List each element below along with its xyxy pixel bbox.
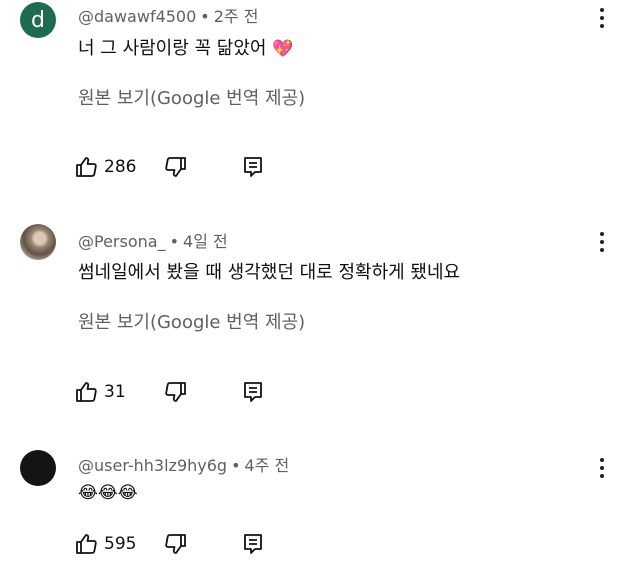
separator: • xyxy=(231,456,241,475)
like-button[interactable]: 595 xyxy=(74,532,136,556)
reply-button[interactable] xyxy=(242,532,264,556)
like-count: 286 xyxy=(104,157,137,177)
thumbs-up-icon xyxy=(76,157,97,177)
like-button[interactable]: 286 xyxy=(74,155,136,179)
more-vert-icon[interactable] xyxy=(596,232,608,252)
reply-icon xyxy=(244,382,262,402)
comment-header: @user-hh3lz9hy6g • 4주 전 xyxy=(78,452,289,476)
like-button[interactable]: 31 xyxy=(74,380,126,404)
comment-actions: 31 xyxy=(74,380,374,406)
comment-actions: 286 xyxy=(74,155,374,181)
dislike-button[interactable] xyxy=(164,155,188,179)
more-vert-icon[interactable] xyxy=(596,8,608,28)
thumbs-down-icon xyxy=(165,157,186,177)
like-count: 595 xyxy=(104,534,137,554)
separator: • xyxy=(200,7,210,26)
thumbs-up-icon xyxy=(76,534,97,554)
thumbs-down-icon xyxy=(165,534,186,554)
reply-button[interactable] xyxy=(242,155,264,179)
comment-text: 썸네일에서 봤을 때 생각했던 대로 정확하게 됐네요 xyxy=(78,262,461,283)
like-count: 31 xyxy=(104,382,126,402)
laughing-emoji: 😂😂😂 xyxy=(78,483,138,503)
reply-icon xyxy=(244,534,262,554)
more-vert-icon[interactable] xyxy=(596,458,608,478)
comment-text: 너 그 사람이랑 꼭 닮았어 💖 xyxy=(78,38,294,59)
reply-button[interactable] xyxy=(242,380,264,404)
avatar[interactable] xyxy=(20,450,56,486)
thumbs-up-icon xyxy=(76,382,97,402)
thumbs-down-icon xyxy=(165,382,186,402)
author-handle[interactable]: @user-hh3lz9hy6g xyxy=(78,456,227,475)
author-handle[interactable]: @dawawf4500 xyxy=(78,7,196,26)
dislike-button[interactable] xyxy=(164,532,188,556)
separator: • xyxy=(169,232,180,251)
translate-link[interactable]: 원본 보기(Google 번역 제공) xyxy=(78,84,305,110)
comment-actions: 595 xyxy=(74,532,374,558)
reply-icon xyxy=(244,157,262,177)
comment-header: @Persona_ • 4일 전 xyxy=(78,228,228,252)
comment-time[interactable]: 4주 전 xyxy=(245,456,290,475)
translate-link[interactable]: 원본 보기(Google 번역 제공) xyxy=(78,308,305,334)
heart-emoji: 💖 xyxy=(272,39,294,59)
author-handle[interactable]: @Persona_ xyxy=(78,232,166,251)
avatar[interactable] xyxy=(20,224,56,260)
dislike-button[interactable] xyxy=(164,380,188,404)
comment-time[interactable]: 2주 전 xyxy=(214,7,259,26)
avatar[interactable]: d xyxy=(20,2,56,38)
comment-text: 😂😂😂 xyxy=(78,482,138,503)
comment-header: @dawawf4500 • 2주 전 xyxy=(78,3,258,27)
comment-time[interactable]: 4일 전 xyxy=(183,232,228,251)
